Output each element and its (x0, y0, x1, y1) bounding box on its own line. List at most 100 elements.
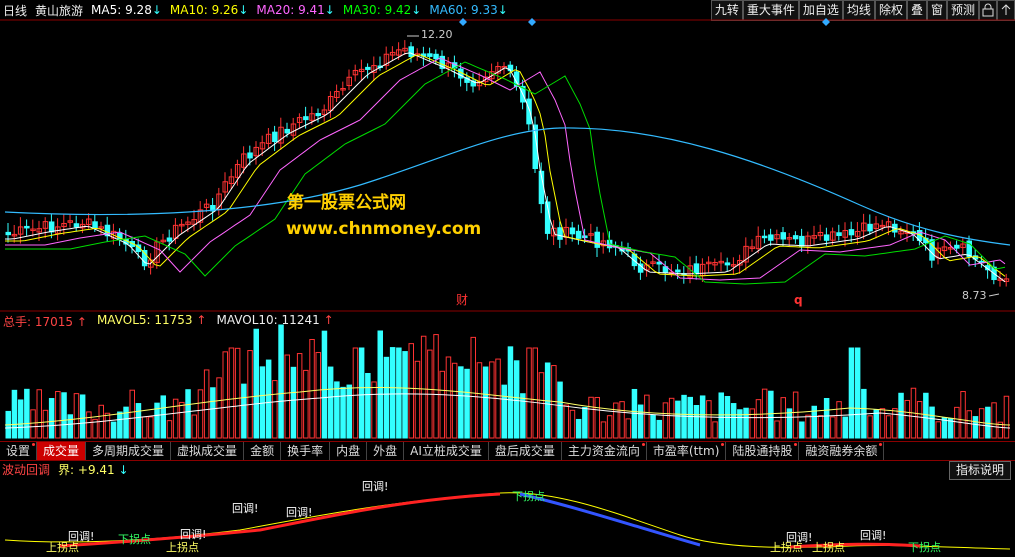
volume-bar (854, 347, 861, 439)
indicator-name[interactable]: 波动回调 (2, 461, 50, 478)
indicator-help-button[interactable]: 指标说明 (948, 461, 1011, 480)
tab-item[interactable]: 换手率 (281, 442, 331, 460)
down-turn-label: 下拐点 (118, 532, 151, 546)
candle (315, 113, 321, 117)
candle (768, 234, 774, 241)
volume-bar (538, 372, 545, 439)
tab-item[interactable]: 外盘 (367, 442, 405, 460)
tab-item[interactable]: 金额 (244, 442, 282, 460)
total-volume-value: 17015 (34, 315, 74, 329)
volume-bar (489, 361, 495, 439)
high-price-label: 12.20 (421, 28, 453, 41)
volume-bar (501, 384, 507, 439)
volume-bar (222, 351, 228, 439)
volume-bar (296, 353, 303, 439)
tab-label: 成交量 (43, 444, 80, 458)
volume-bar (706, 400, 712, 439)
down-arrow-icon: ↓ (118, 463, 129, 477)
volume-bar (408, 343, 414, 439)
volume-bar (73, 393, 80, 439)
candle (823, 234, 830, 241)
candle (408, 46, 414, 58)
volume-bar (817, 415, 824, 439)
volume-bar (935, 421, 941, 439)
mavol5-value: 11753 (154, 313, 193, 327)
mavol10-label: MAVOL10: (216, 313, 278, 327)
volume-bar (123, 406, 129, 439)
event-diamond-icon[interactable] (459, 18, 467, 26)
volume-bar (234, 347, 241, 439)
volume-bar (885, 415, 892, 439)
tab-item[interactable]: 设置 (0, 442, 38, 460)
volume-bar (954, 406, 960, 439)
volume-bar (718, 392, 724, 439)
candle (284, 128, 290, 134)
total-volume: 总手: 17015 ↑ (3, 313, 87, 330)
volume-bar (172, 398, 179, 439)
tab-item[interactable]: 市盈率(ttm) (647, 442, 727, 460)
candle (247, 152, 253, 159)
dot-icon (794, 443, 798, 446)
indicator-up-segment (789, 542, 921, 549)
volume-bar (334, 381, 340, 439)
dot-icon (721, 443, 725, 446)
candle (48, 221, 55, 233)
q-marker[interactable]: q (794, 293, 803, 307)
candle (675, 269, 681, 273)
volume-bar (774, 420, 780, 439)
tab-item[interactable]: 融资融券余额 (799, 442, 885, 460)
indicator-down-segment (519, 492, 701, 547)
volume-bar (247, 350, 253, 439)
event-diamond-icon[interactable] (528, 18, 536, 26)
candle (433, 53, 439, 60)
tab-item[interactable]: 陆股通持股 (726, 442, 800, 460)
volume-bar (321, 330, 328, 439)
volume-bar (755, 399, 762, 439)
mavol10-value: 11241 (281, 313, 320, 327)
volume-bar (48, 398, 55, 439)
tab-item[interactable]: 主力资金流向 (562, 442, 647, 460)
up-arrow-icon: ↑ (196, 313, 207, 327)
candle (867, 223, 873, 232)
volume-bar (619, 401, 625, 439)
tab-label: 市盈率(ttm) (652, 444, 720, 458)
volume-header: 总手: 17015 ↑ MAVOL5: 11753 ↑ MAVOL10: 112… (0, 313, 334, 330)
volume-bar (358, 347, 365, 439)
tab-label: AI立桩成交量 (410, 444, 482, 458)
watermark-title: 第一股票公式网 (287, 193, 406, 213)
volume-bar (482, 366, 489, 439)
tab-item[interactable]: AI立桩成交量 (404, 442, 489, 460)
dot-icon (32, 443, 36, 446)
mavol5-label: MAVOL5: (96, 313, 151, 327)
tab-label: 换手率 (287, 444, 324, 458)
volume-bar (228, 347, 235, 439)
candle (761, 235, 768, 239)
event-diamond-icon[interactable] (822, 18, 830, 26)
volume-bar (24, 388, 30, 439)
volume-bar (129, 389, 135, 439)
volume-bar (668, 397, 675, 439)
down-turn-label: 下拐点 (512, 489, 545, 503)
tab-item[interactable]: 多周期成交量 (86, 442, 172, 460)
volume-bar (11, 389, 18, 439)
candle (780, 232, 786, 240)
tab-item[interactable]: 成交量 (37, 442, 87, 460)
volume-bar (340, 386, 346, 439)
volume-bar (160, 395, 166, 439)
tab-item[interactable]: 盘后成交量 (489, 442, 562, 460)
volume-bar (625, 418, 631, 439)
volume-bar (259, 366, 266, 439)
volume-bar (606, 415, 613, 439)
candle (575, 230, 582, 239)
volume-bar (117, 411, 123, 439)
financial-marker[interactable]: 财 (456, 293, 468, 307)
down-turn-label: 下拐点 (908, 540, 941, 554)
indicator-param-label: 界: (58, 463, 75, 477)
volume-bar (768, 390, 774, 439)
total-volume-label: 总手: (3, 315, 32, 329)
tab-item[interactable]: 内盘 (330, 442, 368, 460)
volume-bar (265, 359, 272, 439)
tab-item[interactable]: 虚拟成交量 (171, 442, 245, 460)
tab-label: 虚拟成交量 (177, 444, 238, 458)
volume-bar (799, 421, 805, 439)
